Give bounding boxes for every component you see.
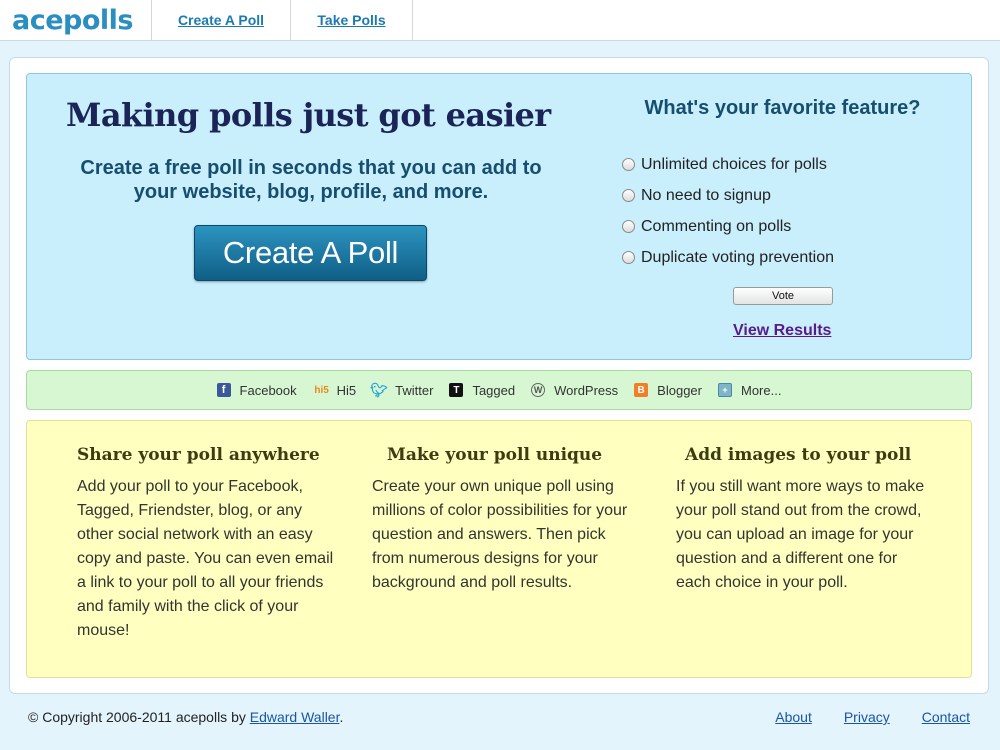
contact-link[interactable]: Contact — [922, 709, 970, 725]
share-label: Twitter — [395, 382, 434, 398]
share-tagged[interactable]: T Tagged — [449, 383, 515, 398]
share-label: Tagged — [472, 382, 516, 398]
share-label: WordPress — [554, 382, 619, 398]
site-logo[interactable]: acepolls — [0, 0, 152, 40]
poll-question: What's your favorite feature? — [644, 97, 921, 119]
blogger-icon: B — [634, 383, 649, 397]
copyright-period: . — [339, 709, 344, 725]
share-facebook[interactable]: f Facebook — [216, 382, 297, 398]
poll-option[interactable]: Duplicate voting prevention — [622, 242, 952, 273]
poll-option[interactable]: Commenting on polls — [622, 211, 952, 242]
facebook-icon: f — [216, 383, 231, 397]
poll-option-label: Duplicate voting prevention — [641, 248, 835, 266]
twitter-icon: 🐦︎ — [370, 381, 389, 398]
copyright-text: © Copyright 2006-2011 acepolls by — [28, 709, 246, 725]
privacy-link[interactable]: Privacy — [844, 709, 890, 725]
poll-option[interactable]: No need to signup — [622, 180, 952, 211]
feature-title: Make your poll unique — [387, 445, 603, 465]
about-link[interactable]: About — [775, 709, 812, 725]
share-more[interactable]: + More... — [717, 382, 782, 398]
vote-button[interactable]: Vote — [733, 287, 833, 305]
copyright: © Copyright 2006-2011 acepolls by Edward… — [28, 709, 343, 725]
share-hi5[interactable]: hi5 Hi5 — [313, 382, 357, 398]
footer-links: About Privacy Contact — [743, 709, 970, 725]
author-link[interactable]: Edward Waller — [250, 709, 340, 725]
feature-share: Share your poll anywhere Add your poll t… — [77, 445, 337, 643]
poll-options: Unlimited choices for polls No need to s… — [622, 149, 952, 273]
nav-take-polls-link[interactable]: Take Polls — [291, 0, 413, 40]
view-results-link[interactable]: View Results — [733, 322, 831, 340]
share-label: Facebook — [239, 382, 297, 398]
radio-button[interactable] — [622, 251, 635, 264]
poll-option-label: No need to signup — [641, 186, 771, 204]
share-label: More... — [740, 382, 782, 398]
feature-title: Add images to your poll — [685, 445, 912, 465]
hero-title: Making polls just got easier — [66, 96, 551, 134]
more-icon: + — [717, 383, 732, 397]
feature-title: Share your poll anywhere — [77, 445, 320, 465]
feature-text: Add your poll to your Facebook, Tagged, … — [77, 478, 334, 639]
share-label: Hi5 — [336, 382, 357, 398]
share-bar: f Facebook hi5 Hi5 🐦︎ Twitter T Tagged W… — [26, 370, 972, 410]
radio-button[interactable] — [622, 189, 635, 202]
feature-unique: Make your poll unique Create your own un… — [372, 445, 642, 595]
radio-button[interactable] — [622, 220, 635, 233]
nav-create-poll-link[interactable]: Create A Poll — [152, 0, 291, 40]
feature-text: If you still want more ways to make your… — [676, 478, 925, 591]
poll-option-label: Commenting on polls — [641, 217, 792, 235]
share-blogger[interactable]: B Blogger — [634, 383, 702, 398]
wordpress-icon: W — [531, 383, 546, 397]
create-poll-button[interactable]: Create A Poll — [194, 225, 427, 281]
share-twitter[interactable]: 🐦︎ Twitter — [370, 381, 434, 398]
radio-button[interactable] — [622, 158, 635, 171]
poll-option-label: Unlimited choices for polls — [641, 155, 827, 173]
feature-text: Create your own unique poll using millio… — [372, 478, 628, 591]
tagged-icon: T — [449, 383, 464, 397]
top-nav: acepolls Create A Poll Take Polls — [0, 0, 1000, 41]
poll-option[interactable]: Unlimited choices for polls — [622, 149, 952, 180]
share-wordpress[interactable]: W WordPress — [531, 383, 618, 398]
share-label: Blogger — [657, 382, 702, 398]
hero-subtitle: Create a free poll in seconds that you c… — [80, 157, 542, 203]
hi5-icon: hi5 — [314, 384, 329, 396]
feature-images: Add images to your poll If you still wan… — [676, 445, 936, 595]
